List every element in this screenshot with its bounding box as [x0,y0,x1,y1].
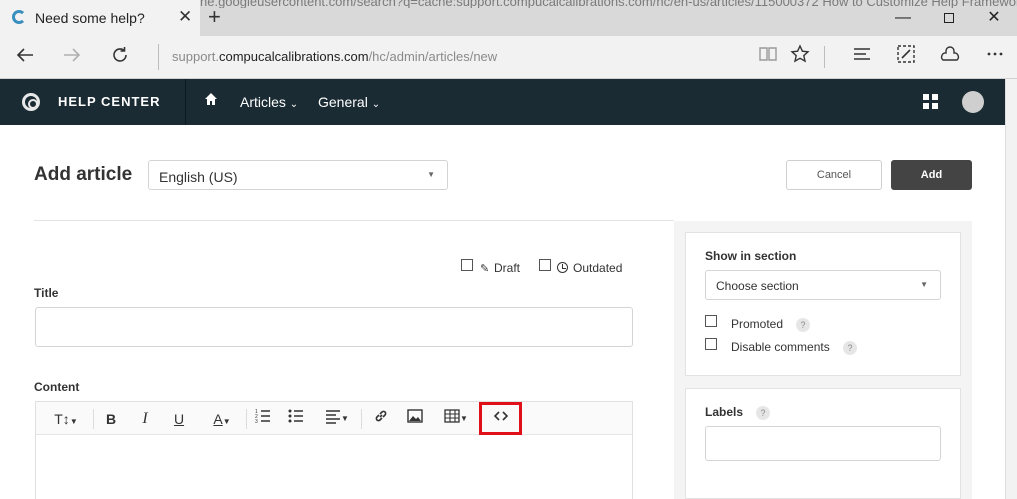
share-icon[interactable] [935,44,965,70]
general-menu[interactable]: General ⌄ [318,94,380,110]
align-icon[interactable]: ▼ [321,408,353,430]
page-scrollbar[interactable] [1005,79,1017,499]
minimize-icon[interactable]: — [880,0,926,36]
language-select-value: English (US) [159,169,238,185]
url-path: /hc/admin/articles/new [368,49,498,64]
help-center-header: HELP CENTER Articles ⌄ General ⌄ [0,79,1005,125]
section-select-value: Choose section [716,279,799,293]
unordered-list-icon[interactable] [287,408,305,430]
header-divider-line [34,220,674,221]
browser-tab-bar: ne.googleusercontent.com/search?q=cache:… [0,0,1017,36]
promoted-checkbox[interactable] [705,315,717,327]
ordered-list-icon[interactable]: 123 [254,408,272,430]
underline-icon[interactable]: U [170,408,188,430]
chevron-down-icon: ⌄ [371,99,381,110]
title-input[interactable] [35,307,633,347]
cancel-button[interactable]: Cancel [786,160,882,190]
favorite-star-icon[interactable] [785,44,815,70]
text-color-icon[interactable]: A▼ [204,408,240,430]
site-favicon-icon [12,10,26,24]
user-avatar[interactable] [962,91,984,113]
page-title: Add article [34,164,133,185]
disable-comments-label: Disable comments [731,340,830,354]
chevron-down-icon: ⌄ [289,99,299,110]
caret-down-icon: ▼ [920,280,928,289]
help-question-icon[interactable]: ? [843,341,857,355]
reload-icon[interactable] [105,44,135,70]
back-arrow-icon[interactable] [10,44,40,70]
url-separator [158,44,159,70]
toolbar-separator [824,46,825,68]
add-button[interactable]: Add [891,160,972,190]
browser-nav-bar: support.compucalcalibrations.com/hc/admi… [0,36,1017,79]
bold-icon[interactable]: B [102,408,120,430]
address-bar[interactable]: support.compucalcalibrations.com/hc/admi… [172,49,497,64]
url-prefix: support. [172,49,219,64]
url-host: compucalcalibrations.com [218,49,369,64]
caret-down-icon: ▼ [427,170,435,179]
hub-icon[interactable] [847,44,877,70]
clock-icon [557,262,568,273]
link-icon[interactable] [372,408,390,430]
help-center-title[interactable]: HELP CENTER [58,94,161,109]
image-icon[interactable] [406,408,424,430]
section-select[interactable]: Choose section ▼ [705,270,941,300]
outdated-label: Outdated [573,261,623,275]
language-select[interactable]: English (US) ▼ [148,160,448,190]
toolbar-separator [93,409,94,429]
forward-arrow-icon[interactable] [57,44,87,70]
header-divider [185,79,186,125]
tab-close-icon[interactable]: ✕ [178,8,192,25]
content-editor[interactable]: T↕▼ B I U A▼ 123 ▼ ▼ [35,401,633,499]
articles-menu[interactable]: Articles ⌄ [240,94,298,110]
help-question-icon[interactable]: ? [756,406,770,420]
editor-toolbar: T↕▼ B I U A▼ 123 ▼ ▼ [36,402,632,435]
italic-icon[interactable]: I [136,408,154,430]
promoted-label: Promoted [731,317,784,331]
draft-label: Draft [494,261,521,275]
pencil-icon: ✎ [480,263,490,275]
source-code-highlight-box [479,402,522,435]
toolbar-separator [361,409,362,429]
draft-checkbox[interactable] [461,259,473,271]
content-label: Content [34,380,80,394]
articles-menu-label: Articles [240,94,286,110]
title-label: Title [34,286,59,300]
show-in-section-label: Show in section [705,249,797,263]
reading-view-icon[interactable] [753,44,783,70]
browser-tab[interactable]: Need some help? ✕ [0,0,200,36]
apps-grid-icon[interactable] [923,94,939,110]
help-center-logo-icon[interactable] [22,93,40,111]
window-close-icon[interactable]: ✕ [971,0,1017,36]
disable-comments-checkbox[interactable] [705,338,717,350]
tab-title: Need some help? [35,10,145,26]
more-icon[interactable] [980,44,1010,70]
new-tab-icon[interactable]: + [208,6,221,28]
home-icon[interactable] [204,92,218,111]
toolbar-separator [246,409,247,429]
svg-text:3: 3 [255,419,258,424]
general-menu-label: General [318,94,368,110]
maximize-icon[interactable] [926,0,972,36]
web-note-icon[interactable] [891,44,921,70]
labels-label: Labels [705,405,744,419]
help-question-icon[interactable]: ? [796,318,810,332]
outdated-checkbox[interactable] [539,259,551,271]
font-size-icon[interactable]: T↕▼ [48,408,84,430]
labels-input[interactable] [705,426,941,461]
table-icon[interactable]: ▼ [440,408,472,430]
